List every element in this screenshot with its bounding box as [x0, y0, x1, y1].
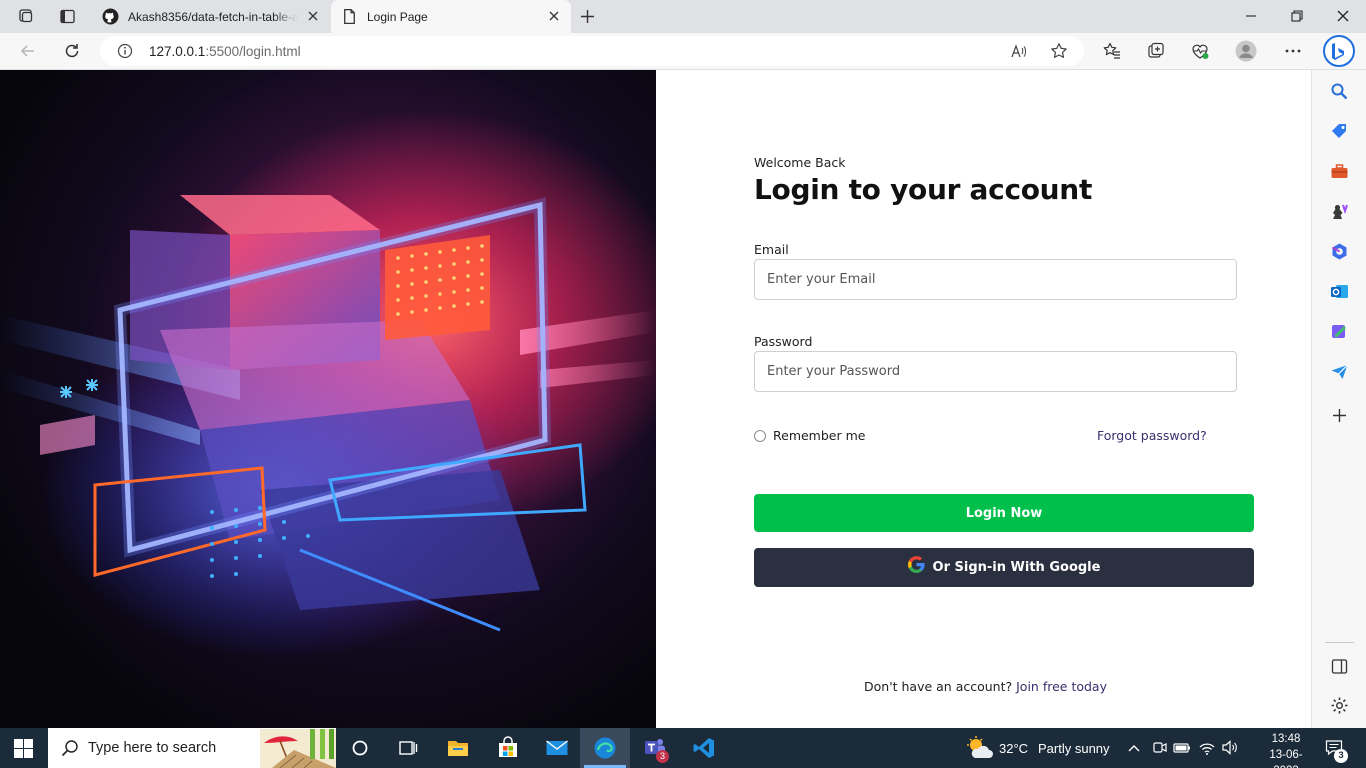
google-logo-icon — [907, 556, 925, 573]
browser-toolbar: 127.0.0.1:5500/login.html — [0, 33, 1366, 70]
favorites-icon[interactable] — [1102, 41, 1122, 61]
vscode-icon[interactable] — [692, 736, 716, 760]
clock-date: 13-06-2023 — [1269, 749, 1303, 768]
login-form: Welcome Back Login to your account Email… — [754, 70, 1254, 728]
tab-title: Akash8356/data-fetch-in-table-a — [128, 9, 298, 24]
email-label: Email — [754, 242, 789, 257]
edge-sidebar — [1311, 70, 1366, 728]
system-clock[interactable]: 13:48 13-06-2023 — [1260, 731, 1312, 768]
weather-description: Partly sunny — [1038, 741, 1110, 756]
collections-icon[interactable] — [1146, 41, 1166, 61]
designer-icon[interactable] — [1330, 322, 1349, 341]
welcome-text: Welcome Back — [754, 155, 846, 170]
password-field[interactable] — [754, 351, 1237, 392]
back-icon[interactable] — [18, 41, 38, 61]
wifi-icon[interactable] — [1198, 739, 1216, 756]
url-host: 127.0.0.1 — [149, 44, 206, 59]
hero-artwork — [0, 70, 656, 728]
favorite-star-icon[interactable] — [1050, 42, 1068, 60]
clock-time: 13:48 — [1271, 733, 1301, 745]
github-icon — [102, 8, 119, 25]
cortana-icon[interactable] — [348, 736, 372, 760]
send-to-devices-icon[interactable] — [1330, 362, 1349, 381]
tools-icon[interactable] — [1330, 162, 1349, 181]
microsoft-store-icon[interactable] — [496, 736, 520, 760]
tab-github[interactable]: Akash8356/data-fetch-in-table-a — [92, 0, 330, 33]
battery-icon[interactable] — [1173, 739, 1191, 756]
close-window-icon[interactable] — [1334, 7, 1352, 25]
notification-count-badge: 3 — [1334, 749, 1348, 763]
windows-start-icon[interactable] — [14, 739, 33, 758]
email-field[interactable] — [754, 259, 1237, 300]
remember-me-radio[interactable] — [754, 429, 766, 442]
new-tab-icon[interactable] — [579, 8, 596, 25]
login-button[interactable]: Login Now — [754, 494, 1254, 532]
hide-sidebar-icon[interactable] — [1330, 657, 1349, 676]
page-viewport: Welcome Back Login to your account Email… — [0, 70, 1311, 728]
address-bar[interactable]: 127.0.0.1:5500/login.html — [100, 36, 1084, 66]
mail-icon[interactable] — [545, 736, 569, 760]
sidebar-divider — [1325, 642, 1354, 643]
site-info-icon[interactable] — [117, 43, 133, 59]
taskbar-search-box[interactable]: Type here to search — [48, 728, 336, 768]
signup-prompt: Don't have an account? Join free today — [864, 679, 1107, 694]
meet-now-icon[interactable] — [1151, 739, 1168, 756]
browser-essentials-icon[interactable] — [1190, 41, 1210, 61]
task-view-icon[interactable] — [396, 736, 420, 760]
remember-me-label: Remember me — [773, 428, 866, 443]
signup-text: Don't have an account? — [864, 679, 1013, 694]
weather-partly-sunny-icon[interactable] — [966, 734, 994, 762]
games-icon[interactable] — [1330, 202, 1349, 221]
edge-browser-icon[interactable] — [593, 736, 617, 760]
search-highlight-image — [260, 729, 336, 768]
url-path: :5500/login.html — [205, 44, 301, 59]
page-icon — [344, 8, 355, 25]
read-aloud-icon[interactable] — [1010, 43, 1027, 60]
weather-temperature: 32°C — [999, 741, 1029, 756]
file-explorer-icon[interactable] — [446, 736, 470, 760]
restore-icon[interactable] — [1288, 7, 1306, 25]
refresh-icon[interactable] — [62, 41, 82, 61]
shopping-tag-icon[interactable] — [1330, 122, 1349, 141]
tab-title: Login Page — [367, 9, 428, 24]
search-icon — [61, 740, 78, 757]
close-tab-icon[interactable] — [547, 9, 561, 23]
teams-badge: 3 — [656, 750, 669, 763]
bing-copilot-icon[interactable] — [1323, 35, 1355, 67]
chevron-up-icon[interactable] — [1127, 741, 1141, 755]
page-title: Login to your account — [754, 173, 1093, 206]
tab-login-page[interactable]: Login Page — [331, 0, 571, 33]
profile-avatar-icon[interactable] — [1235, 40, 1257, 62]
close-tab-icon[interactable] — [306, 9, 320, 23]
search-placeholder: Type here to search — [88, 740, 217, 756]
volume-icon[interactable] — [1221, 739, 1239, 756]
gear-icon[interactable] — [1330, 696, 1349, 715]
windows-taskbar: Type here to search 3 32°C Partly sunny … — [0, 728, 1366, 768]
google-button-label: Or Sign-in With Google — [932, 560, 1101, 575]
outlook-icon[interactable] — [1330, 282, 1349, 301]
password-label: Password — [754, 334, 813, 349]
more-options-icon[interactable] — [1283, 41, 1303, 61]
join-free-link[interactable]: Join free today — [1016, 679, 1107, 694]
search-icon[interactable] — [1330, 82, 1349, 101]
forgot-password-link[interactable]: Forgot password? — [1097, 428, 1207, 443]
minimize-icon[interactable] — [1242, 7, 1260, 25]
add-sidebar-app-icon[interactable] — [1330, 406, 1349, 425]
remember-me-option[interactable]: Remember me — [754, 428, 865, 443]
browser-tab-strip: Akash8356/data-fetch-in-table-a Login Pa… — [0, 0, 1366, 33]
workspaces-icon[interactable] — [17, 8, 34, 25]
url-text: 127.0.0.1:5500/login.html — [149, 44, 301, 59]
microsoft365-icon[interactable] — [1330, 242, 1349, 261]
google-signin-button[interactable]: Or Sign-in With Google — [754, 548, 1254, 587]
tab-actions-icon[interactable] — [59, 8, 76, 25]
